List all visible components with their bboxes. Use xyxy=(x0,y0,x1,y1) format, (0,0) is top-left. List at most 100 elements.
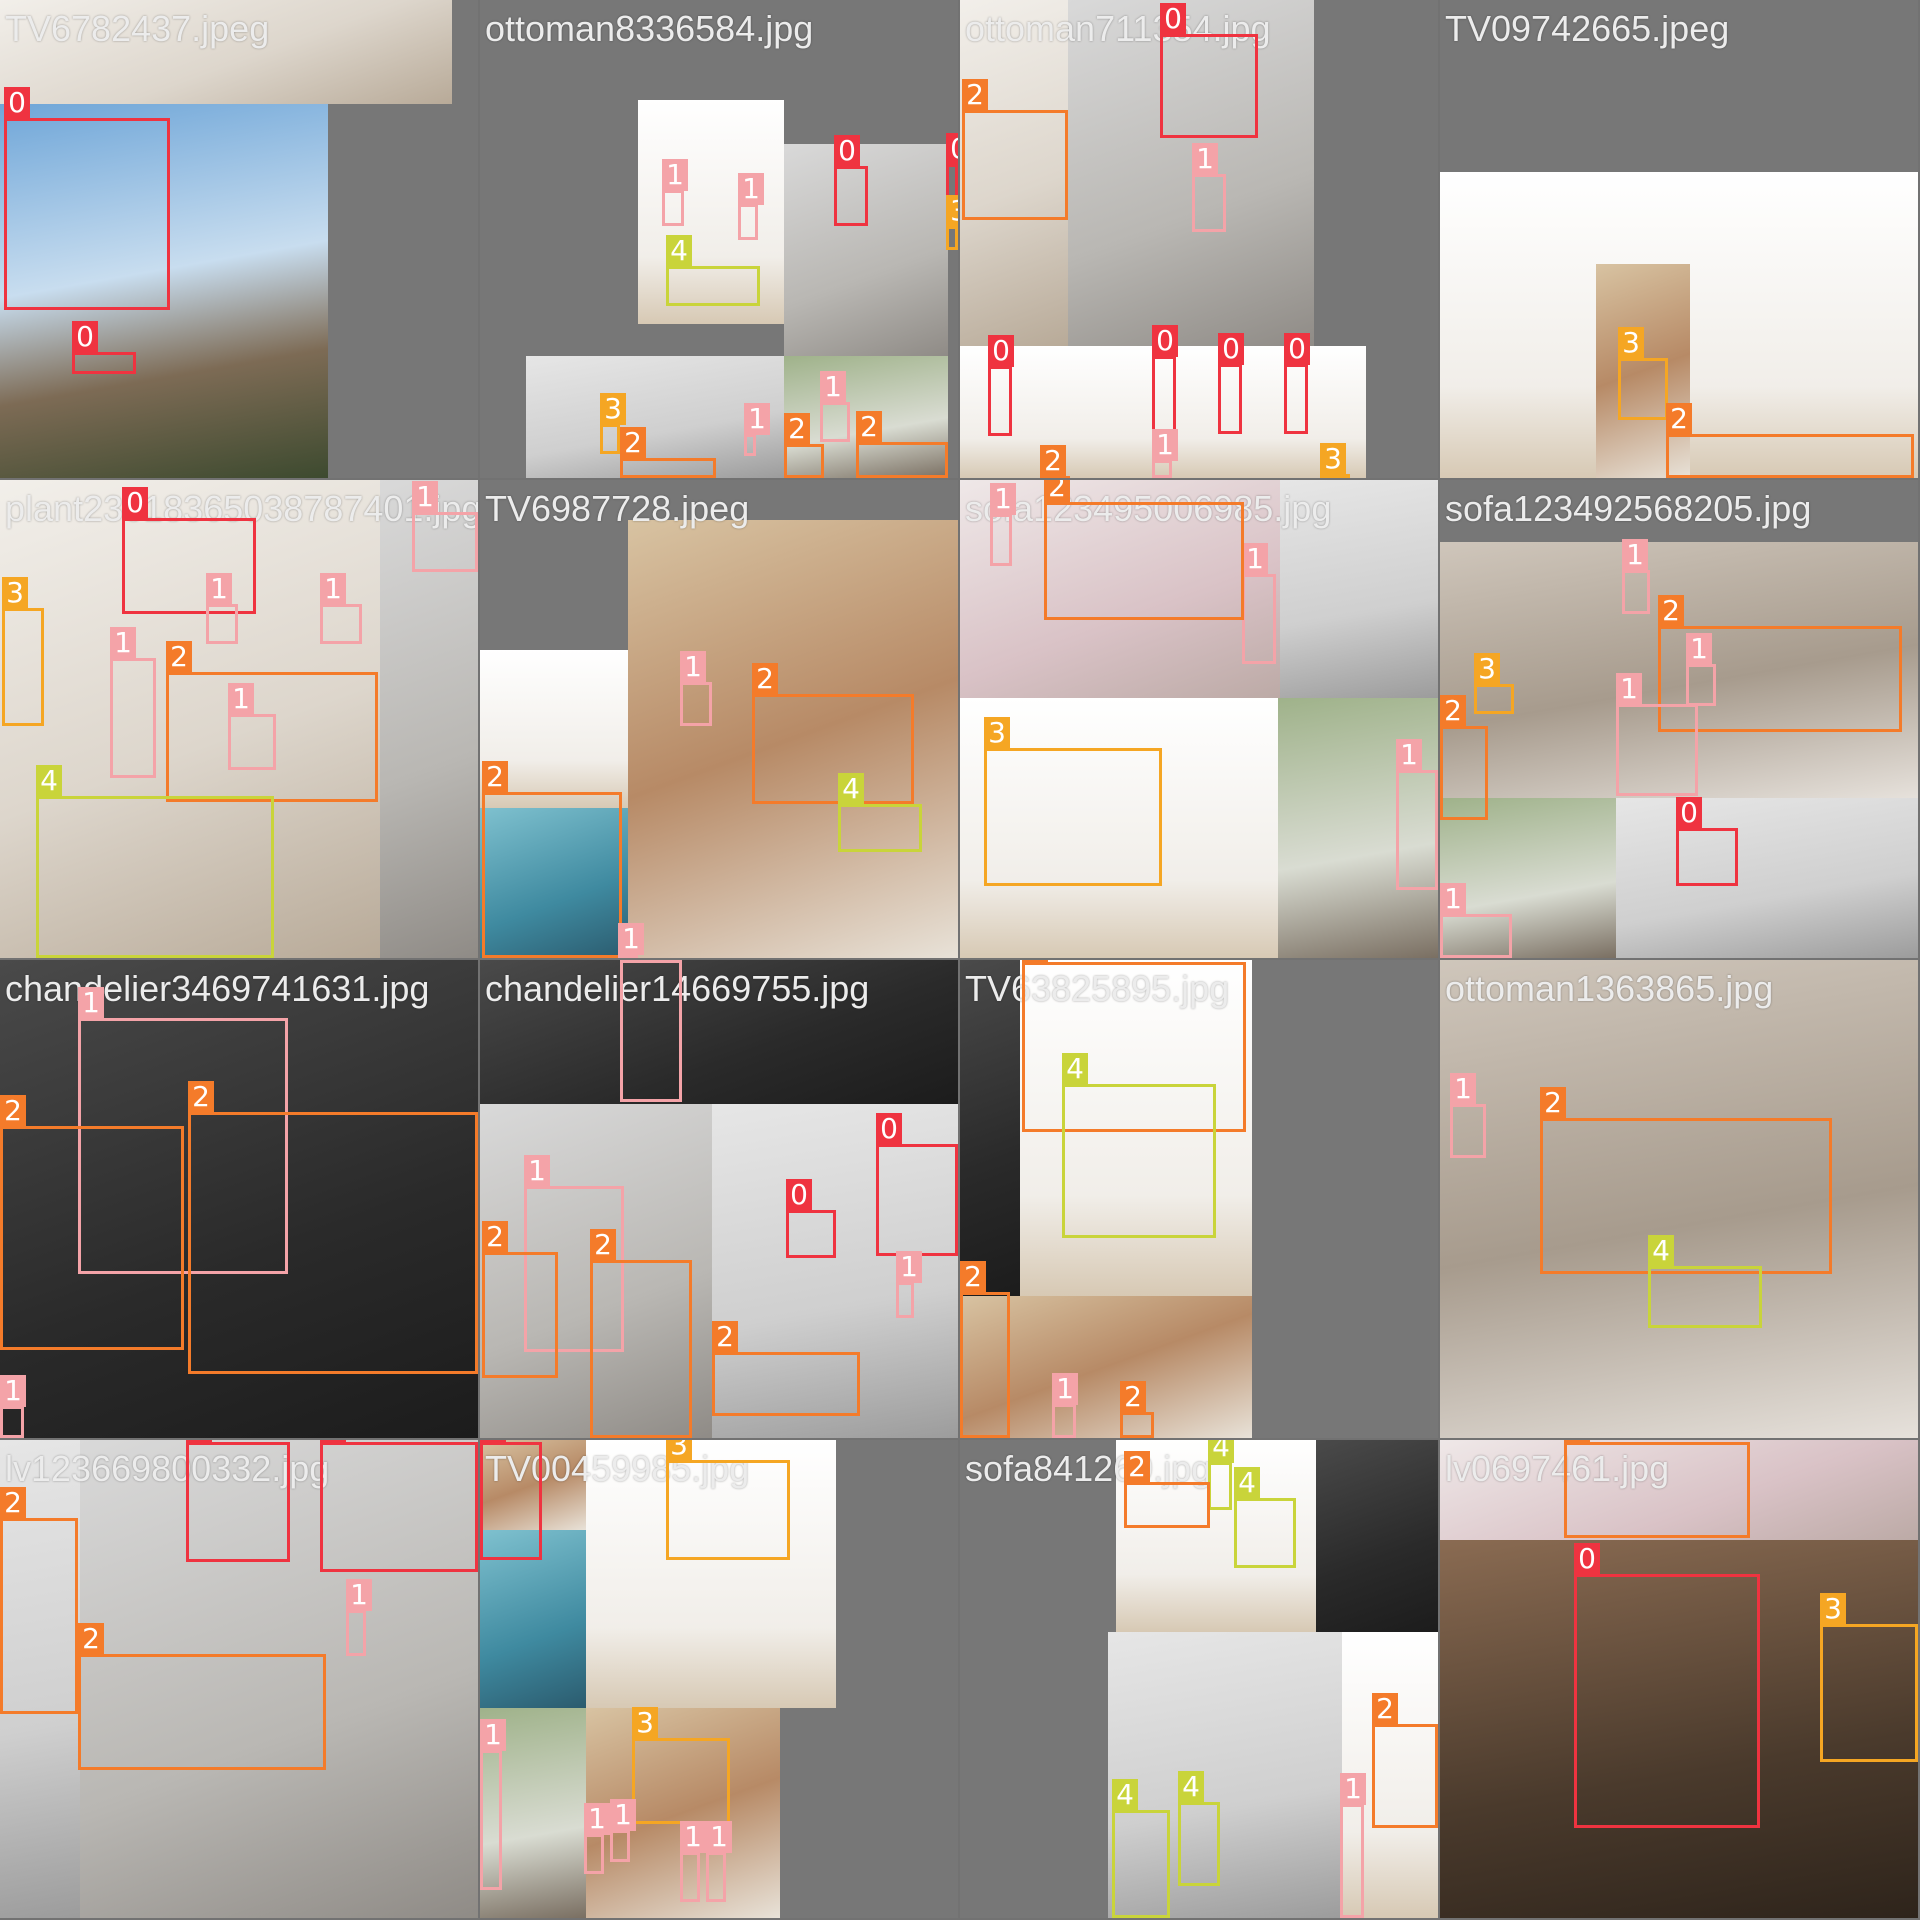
detection-box: 4 xyxy=(1178,1771,1220,1886)
mosaic-tile: TV09742665.jpeg 3 2 xyxy=(1440,0,1918,478)
detection-box: 1 xyxy=(320,573,362,644)
class-label: 2 xyxy=(1372,1693,1398,1725)
class-label: 1 xyxy=(662,159,688,191)
image-filename: TV6987728.jpeg xyxy=(485,488,750,529)
detection-box: 1 xyxy=(1616,673,1698,796)
detection-box: 4 xyxy=(666,235,760,306)
detection-box: 2 xyxy=(1372,1693,1438,1828)
class-label: 1 xyxy=(1396,739,1422,771)
class-label: 2 xyxy=(1120,1381,1146,1413)
annotated-image-mosaic: TV6782437.jpeg 0 0 ottoman8336584.jpg 1 … xyxy=(0,0,1920,1920)
class-label: 1 xyxy=(680,651,706,683)
detection-box: 0 xyxy=(1160,3,1258,138)
class-label: 1 xyxy=(110,627,136,659)
class-label: 2 xyxy=(1666,403,1692,435)
mosaic-tile: TV00459985.jpg 0 3 3 1 1 1 1 1 xyxy=(480,1440,958,1918)
detection-box: 0 xyxy=(480,1440,542,1560)
class-label: 0 xyxy=(946,133,958,165)
class-label: 0 xyxy=(1676,797,1702,829)
class-label: 0 xyxy=(1152,325,1178,357)
detection-box: 1 xyxy=(1396,739,1438,890)
image-filename: ottoman1363865.jpg xyxy=(1445,968,1774,1009)
detection-box: 3 xyxy=(1320,443,1350,478)
class-label: 3 xyxy=(1618,327,1644,359)
detection-box: 2 xyxy=(0,1095,184,1350)
mosaic-tile: lv0697461.jpg 2 0 3 xyxy=(1440,1440,1918,1918)
detection-box: 1 xyxy=(1450,1073,1486,1158)
class-label: 1 xyxy=(1152,429,1178,461)
image-filename: sofa123492568205.jpg xyxy=(1445,488,1812,529)
class-label: 2 xyxy=(1124,1451,1150,1483)
detection-box: 4 xyxy=(1112,1779,1170,1918)
detection-box: 1 xyxy=(744,403,770,456)
class-label: 1 xyxy=(738,173,764,205)
detection-box: 2 xyxy=(482,761,622,958)
detection-box: 2 xyxy=(1440,695,1488,820)
detection-box: 0 xyxy=(1152,325,1178,432)
detection-box: 1 xyxy=(706,1821,732,1902)
class-label: 3 xyxy=(1474,653,1500,685)
class-label: 1 xyxy=(1686,633,1712,665)
detection-box: 1 xyxy=(412,481,478,572)
class-label: 0 xyxy=(4,87,30,119)
detection-box: 2 xyxy=(188,1081,478,1374)
detection-box: 2 xyxy=(856,411,948,478)
detection-box: 1 xyxy=(228,683,276,770)
detection-box: 1 xyxy=(110,627,156,778)
class-label: 2 xyxy=(1564,1440,1590,1443)
class-label: 4 xyxy=(666,235,692,267)
class-label: 1 xyxy=(1450,1073,1476,1105)
class-label: 1 xyxy=(1616,673,1642,705)
class-label: 2 xyxy=(856,411,882,443)
image-filename: chandelier3469741631.jpg xyxy=(5,968,430,1009)
class-label: 1 xyxy=(1340,1773,1366,1805)
detection-box: 0 xyxy=(834,135,868,226)
detection-box: 2 xyxy=(962,79,1068,220)
mosaic-tile: TV6782437.jpeg 0 0 xyxy=(0,0,478,478)
detection-box: 4 xyxy=(36,765,274,958)
scene-photo xyxy=(960,960,1020,1296)
class-label: 4 xyxy=(1112,1779,1138,1811)
class-label: 0 xyxy=(72,321,98,353)
class-label: 0 xyxy=(834,135,860,167)
detection-box: 1 xyxy=(1152,429,1178,478)
class-label: 4 xyxy=(36,765,62,797)
detection-box: 1 xyxy=(620,960,682,1102)
class-label: 1 xyxy=(0,1375,26,1407)
class-label: 1 xyxy=(990,483,1016,515)
class-label: 2 xyxy=(590,1229,616,1261)
mosaic-tile: lv123669800332.jpg 0 0 2 1 2 xyxy=(0,1440,478,1918)
detection-box: 2 xyxy=(590,1229,692,1438)
detection-box: 1 xyxy=(820,371,850,442)
detection-box: 1 xyxy=(680,651,712,726)
class-label: 4 xyxy=(1648,1235,1674,1267)
scene-photo xyxy=(1316,1440,1438,1632)
class-label: 2 xyxy=(1440,695,1466,727)
detection-box: 3 xyxy=(1618,327,1668,420)
class-label: 2 xyxy=(0,1487,26,1519)
detection-box: 1 xyxy=(990,483,1016,566)
detection-box: 3 xyxy=(946,195,958,250)
class-label: 1 xyxy=(412,481,438,513)
class-label: 0 xyxy=(186,1440,212,1443)
class-label: 1 xyxy=(320,573,346,605)
class-label: 2 xyxy=(1040,445,1066,477)
detection-box: 0 xyxy=(186,1440,290,1562)
class-label: 2 xyxy=(1022,960,1048,963)
class-label: 2 xyxy=(1658,595,1684,627)
class-label: 4 xyxy=(1234,1467,1260,1499)
class-label: 1 xyxy=(1440,883,1466,915)
class-label: 1 xyxy=(680,1821,706,1853)
detection-box: 4 xyxy=(1648,1235,1762,1328)
class-label: 2 xyxy=(962,79,988,111)
class-label: 2 xyxy=(620,427,646,459)
class-label: 1 xyxy=(206,573,232,605)
detection-box: 1 xyxy=(480,1719,506,1890)
detection-box: 4 xyxy=(1208,1440,1234,1510)
image-filename: TV09742665.jpeg xyxy=(1445,8,1730,49)
class-label: 0 xyxy=(1160,3,1186,35)
class-label: 0 xyxy=(1218,333,1244,365)
detection-box: 1 xyxy=(680,1821,706,1902)
detection-box: 2 xyxy=(712,1321,860,1416)
class-label: 2 xyxy=(78,1623,104,1655)
